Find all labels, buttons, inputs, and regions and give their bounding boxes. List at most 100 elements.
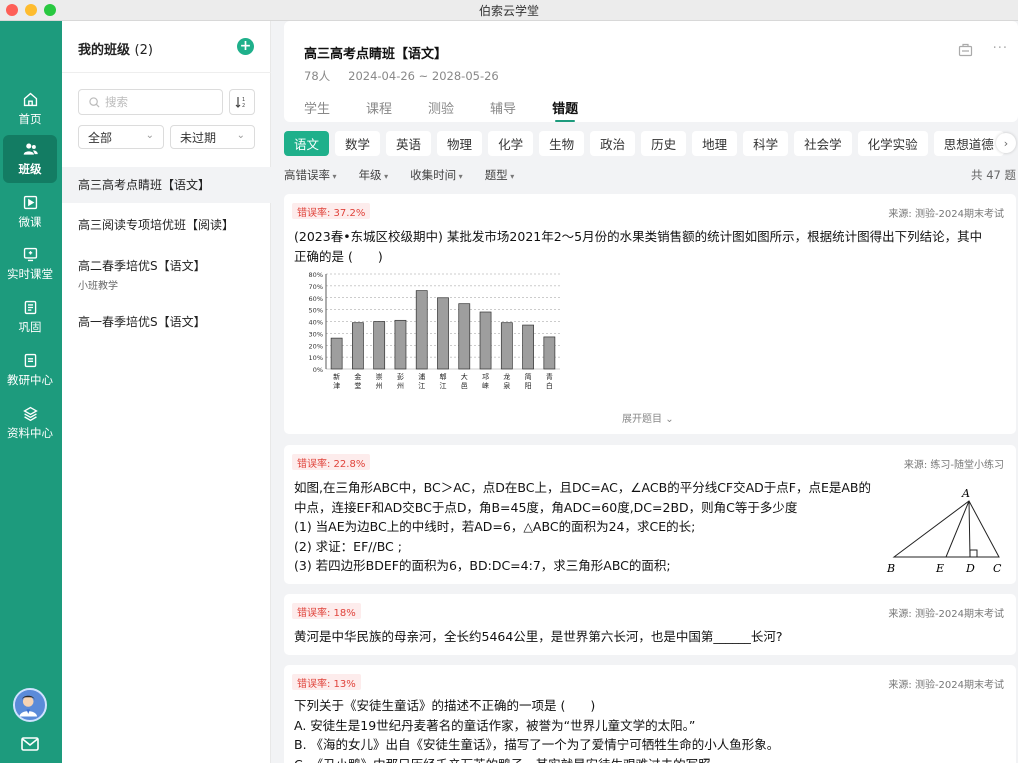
x-tick-label: 江 [418, 382, 425, 390]
subject-chip[interactable]: 地理 [692, 131, 738, 156]
nav-item-review[interactable]: 巩固 [3, 293, 57, 341]
zoom-window-button[interactable] [44, 4, 56, 16]
question-card[interactable]: 错误率: 22.8% 来源: 练习-随堂小练习 如图,在三角形ABC中，BC＞A… [284, 445, 1016, 584]
nav-item-resources[interactable]: 资料中心 [3, 399, 57, 447]
class-item[interactable]: 高三高考点睛班【语文】 [62, 167, 271, 203]
nav-label: 班级 [18, 162, 42, 176]
x-tick-label: 津 [333, 382, 340, 390]
tab-students[interactable]: 学生 [304, 98, 330, 122]
filter-error-rate[interactable]: 高错误率 [284, 167, 337, 183]
subject-chip[interactable]: 社会学 [794, 131, 852, 156]
share-icon[interactable] [958, 43, 973, 57]
x-tick-label: 龙 [503, 372, 510, 381]
nav-label: 微课 [18, 215, 42, 229]
layers-icon [22, 406, 38, 422]
subject-chip[interactable]: 化学实验 [857, 131, 928, 156]
tab-tutoring[interactable]: 辅导 [490, 98, 516, 122]
user-avatar[interactable] [13, 688, 47, 722]
subject-chip[interactable]: 历史 [641, 131, 687, 156]
y-tick-label: 30% [309, 330, 323, 338]
bar [543, 336, 556, 370]
live-class-icon [23, 247, 37, 262]
y-tick-label: 50% [309, 307, 323, 315]
x-tick-label: 青 [546, 372, 553, 381]
close-window-button[interactable] [6, 4, 18, 16]
y-tick-label: 40% [309, 319, 323, 327]
filter-question-type[interactable]: 题型 [485, 167, 515, 183]
subject-chip[interactable]: 物理 [437, 131, 483, 156]
class-item[interactable]: 高一春季培优S【语文】 [62, 304, 271, 340]
minimize-window-button[interactable] [25, 4, 37, 16]
nav-item-live-class[interactable]: 实时课堂 [3, 240, 57, 288]
tab-wrong-questions[interactable]: 错题 [552, 98, 578, 122]
users-icon [23, 143, 38, 155]
filter-collect-time[interactable]: 收集时间 [410, 167, 463, 183]
question-source: 来源: 测验-2024期末考试 [888, 209, 1004, 220]
tab-quizzes[interactable]: 测验 [428, 98, 454, 122]
filter-grade[interactable]: 年级 [359, 167, 389, 183]
chevron-right-icon[interactable]: › [996, 133, 1016, 153]
bar [373, 321, 386, 370]
subject-chip[interactable]: 数学 [335, 131, 381, 156]
expand-question-button[interactable]: 展开题目 ⌄ [622, 410, 674, 425]
subject-chip[interactable]: 科学 [743, 131, 789, 156]
class-meta: 78人 2024-04-26 ~ 2028-05-26 [304, 68, 499, 84]
mail-icon[interactable] [21, 737, 39, 751]
more-icon[interactable]: ··· [993, 42, 1008, 57]
expiry-filter-select[interactable]: 未过期 ⌄ [170, 125, 255, 149]
chevron-down-icon: ⌄ [665, 414, 674, 425]
window-titlebar: 伯索云学堂 [0, 0, 1018, 21]
video-icon [23, 195, 37, 210]
nav-item-classes[interactable]: 班级 [3, 135, 57, 183]
vertex-label-b: B [886, 562, 895, 575]
subject-chip[interactable]: 政治 [590, 131, 636, 156]
bar [479, 311, 492, 370]
question-text: 黄河是中华民族的母亲河，全长约5464公里，是世界第六长河，也是中国第_____… [294, 629, 783, 644]
x-tick-label: 州 [376, 382, 383, 390]
bar [458, 303, 471, 370]
nav-item-research[interactable]: 教研中心 [3, 346, 57, 394]
window-controls [6, 4, 56, 16]
window-title: 伯索云学堂 [478, 3, 539, 18]
add-class-button[interactable]: + [237, 38, 254, 55]
sort-button[interactable]: 12 [229, 89, 255, 115]
nav-item-microlessons[interactable]: 微课 [3, 188, 57, 236]
x-tick-label: 邑 [461, 382, 468, 390]
bar [352, 322, 364, 370]
x-tick-label: 堂 [354, 381, 361, 390]
subject-chip[interactable]: 生物 [539, 131, 585, 156]
class-tabs: 学生 课程 测验 辅导 错题 [304, 98, 614, 122]
x-tick-label: 白 [546, 381, 553, 390]
x-tick-label: 江 [440, 382, 447, 390]
nav-label: 首页 [18, 112, 42, 126]
x-tick-label: 州 [397, 382, 404, 390]
nav-item-home[interactable]: 首页 [3, 85, 57, 133]
subject-chip[interactable]: 语文 [284, 131, 330, 156]
home-icon [23, 92, 37, 107]
question-card[interactable]: 错误率: 18% 来源: 测验-2024期末考试 黄河是中华民族的母亲河，全长约… [284, 594, 1016, 655]
avatar-image [15, 690, 42, 717]
class-item[interactable]: 高二春季培优S【语文】 小班教学 [62, 257, 271, 293]
bar [500, 322, 513, 370]
vertex-label-e: E [935, 562, 944, 575]
question-text: 下列关于《安徒生童话》的描述不正确的一项是 ( ) A. 安徒生是19世纪丹麦著… [294, 698, 780, 763]
subject-chip[interactable]: 化学 [488, 131, 534, 156]
tab-courses[interactable]: 课程 [366, 98, 392, 122]
class-item[interactable]: 高三阅读专项培优班【阅读】 [62, 207, 271, 243]
review-icon [24, 300, 36, 315]
question-card[interactable]: 错误率: 37.2% 来源: 测验-2024期末考试 (2023春•东城区校级期… [284, 194, 1016, 434]
subject-chip[interactable]: 思想道德 [933, 131, 1004, 156]
error-rate-badge: 错误率: 13% [292, 674, 361, 690]
scope-filter-select[interactable]: 全部 ⌄ [78, 125, 164, 149]
vertex-label-c: C [993, 562, 1002, 575]
x-tick-label: 彭 [397, 372, 404, 381]
question-card[interactable]: 错误率: 13% 来源: 测验-2024期末考试 下列关于《安徒生童话》的描述不… [284, 665, 1016, 763]
question-filters: 高错误率 年级 收集时间 题型 共 47 题 [284, 167, 1018, 183]
nav-label: 教研中心 [7, 373, 53, 387]
x-tick-label: 泉 [503, 381, 510, 390]
chevron-down-icon: ⌄ [236, 130, 245, 141]
y-tick-label: 10% [309, 354, 323, 362]
class-search-input[interactable]: 搜索 [78, 89, 223, 115]
chevron-down-icon: ⌄ [145, 130, 154, 141]
subject-chip[interactable]: 英语 [386, 131, 432, 156]
